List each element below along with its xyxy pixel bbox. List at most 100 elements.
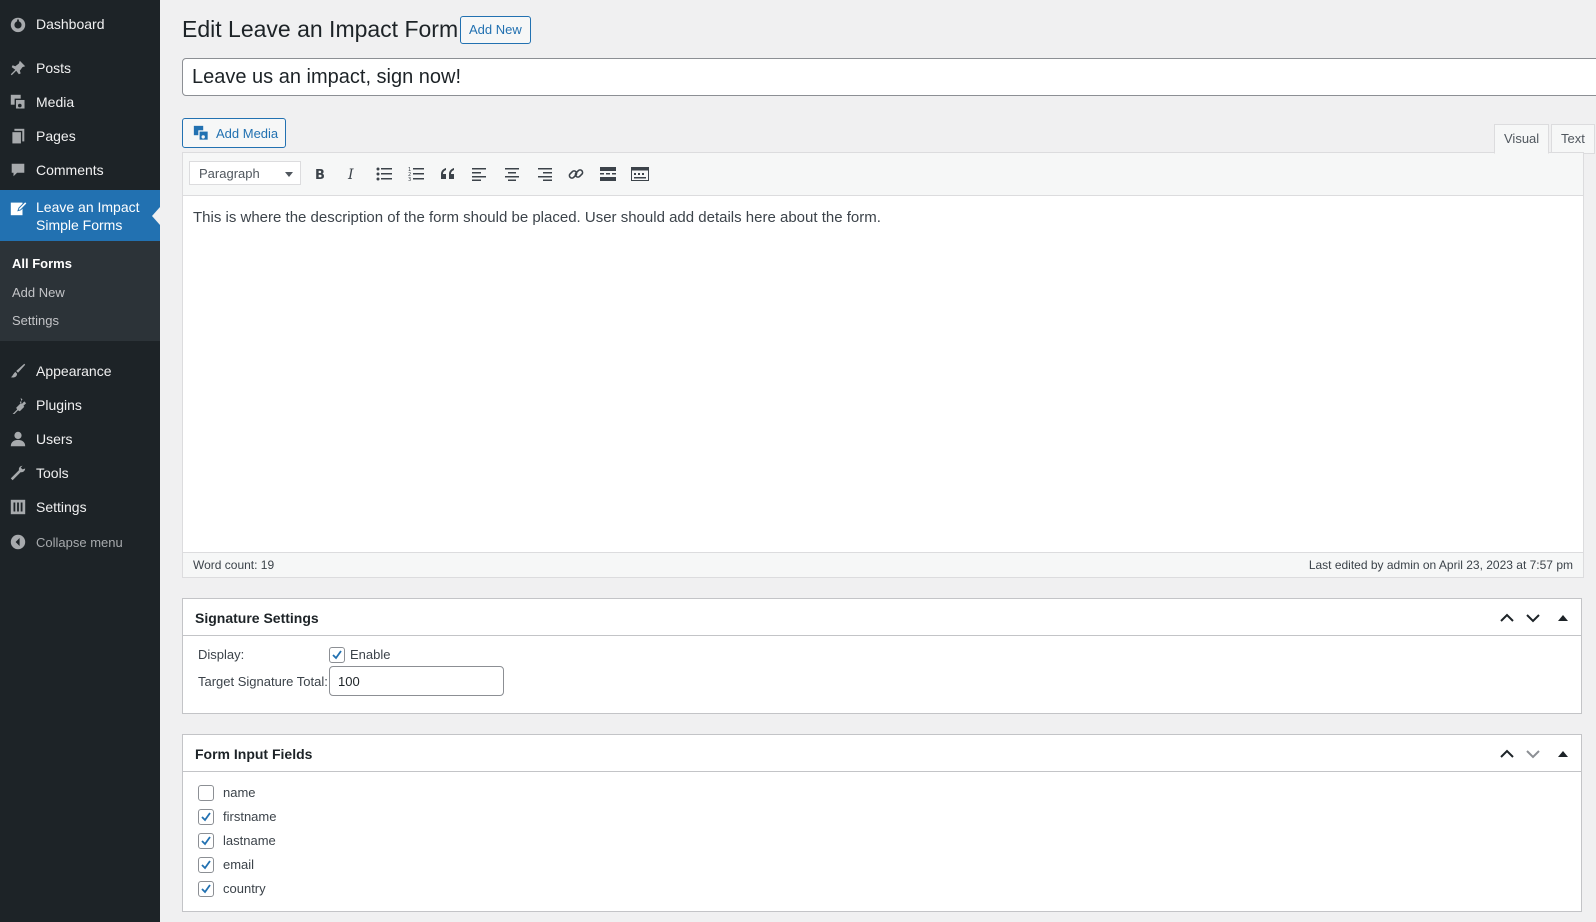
- move-up-icon[interactable]: [1497, 608, 1517, 628]
- add-media-button[interactable]: Add Media: [182, 118, 286, 148]
- blockquote-icon[interactable]: [437, 163, 459, 185]
- sidebar-item-label: Appearance: [36, 363, 112, 379]
- svg-text:I: I: [347, 167, 354, 181]
- sidebar-item-users[interactable]: Users: [0, 422, 160, 456]
- current-menu-arrow: [152, 207, 160, 225]
- toggle-panel-icon[interactable]: [1553, 744, 1573, 764]
- format-select[interactable]: Paragraph: [189, 161, 301, 185]
- pages-icon: [0, 127, 36, 145]
- brush-icon: [0, 362, 36, 380]
- sidebar-item-tools[interactable]: Tools: [0, 456, 160, 490]
- field-label-lastname: lastname: [223, 833, 276, 848]
- field-checkbox-country[interactable]: [198, 881, 214, 897]
- metabox-title: Form Input Fields: [195, 746, 313, 762]
- metabox-title: Signature Settings: [195, 610, 319, 626]
- editor-statusbar: Word count: 19 Last edited by admin on A…: [183, 552, 1583, 577]
- plug-icon: [0, 396, 36, 414]
- post-title-input[interactable]: Leave us an impact, sign now!: [182, 58, 1596, 96]
- collapse-menu-label: Collapse menu: [36, 534, 123, 550]
- sidebar-item-label: Comments: [36, 162, 104, 178]
- sidebar-item-pages[interactable]: Pages: [0, 119, 160, 153]
- admin-sidebar: Dashboard Posts Media Pages Comments Lea…: [0, 0, 160, 922]
- sidebar-item-leave-an-impact[interactable]: Leave an Impact Simple Forms: [0, 190, 160, 242]
- sidebar-item-label: Media: [36, 94, 75, 110]
- align-center-icon[interactable]: [501, 163, 523, 185]
- display-label: Display:: [198, 647, 245, 662]
- field-label-firstname: firstname: [223, 809, 277, 824]
- submenu: All Forms Add New Settings: [0, 241, 160, 341]
- sidebar-item-label: Tools: [36, 465, 69, 481]
- signature-settings-metabox: Signature Settings Display: Enable Targe…: [182, 598, 1582, 714]
- wrench-icon: [0, 464, 36, 482]
- format-select-value: Paragraph: [199, 166, 260, 181]
- enable-checkbox[interactable]: [329, 647, 345, 663]
- sidebar-item-plugins[interactable]: Plugins: [0, 388, 160, 422]
- align-left-icon[interactable]: [469, 163, 491, 185]
- form-input-fields-metabox: Form Input Fields name firstname lastnam…: [182, 734, 1582, 912]
- last-edited-info: Last edited by admin on April 23, 2023 a…: [1308, 558, 1573, 572]
- user-icon: [0, 430, 36, 448]
- sidebar-item-label: Users: [36, 431, 73, 447]
- page-title: Edit Leave an Impact Form: [182, 16, 459, 42]
- add-media-label: Add Media: [216, 125, 279, 141]
- add-media-icon: [193, 125, 210, 142]
- toolbar-toggle-icon[interactable]: [629, 163, 651, 185]
- editor-toolbar: Paragraph B I 123: [183, 153, 1583, 196]
- sidebar-item-label: Dashboard: [36, 16, 105, 32]
- sidebar-item-media[interactable]: Media: [0, 85, 160, 119]
- chevron-down-icon: [285, 172, 293, 177]
- field-checkbox-name[interactable]: [198, 785, 214, 801]
- numbered-list-icon[interactable]: 123: [405, 163, 427, 185]
- svg-text:3: 3: [408, 177, 411, 181]
- toggle-panel-icon[interactable]: [1553, 608, 1573, 628]
- add-new-button[interactable]: Add New: [460, 16, 531, 44]
- sidebar-item-comments[interactable]: Comments: [0, 153, 160, 187]
- move-up-icon[interactable]: [1497, 744, 1517, 764]
- submenu-settings[interactable]: Settings: [12, 313, 59, 328]
- link-icon[interactable]: [565, 163, 587, 185]
- dashboard-icon: [0, 15, 36, 33]
- sidebar-item-label: Posts: [36, 60, 72, 76]
- pin-icon: [0, 59, 36, 77]
- media-icon: [0, 93, 36, 111]
- collapse-menu-button[interactable]: Collapse menu: [0, 525, 160, 559]
- content-editor: Paragraph B I 123 This is where the desc…: [182, 152, 1584, 578]
- read-more-icon[interactable]: [597, 163, 619, 185]
- target-signature-input[interactable]: 100: [329, 666, 504, 696]
- tab-text[interactable]: Text: [1551, 124, 1595, 154]
- edit-icon: [0, 199, 36, 217]
- target-signature-label: Target Signature Total:: [198, 674, 328, 689]
- sidebar-item-label: Settings: [36, 499, 87, 515]
- move-down-icon[interactable]: [1523, 744, 1543, 764]
- move-down-icon[interactable]: [1523, 608, 1543, 628]
- word-count: Word count: 19: [193, 558, 275, 572]
- sidebar-item-dashboard[interactable]: Dashboard: [0, 7, 160, 41]
- field-label-country: country: [223, 881, 266, 896]
- sidebar-item-appearance[interactable]: Appearance: [0, 354, 160, 388]
- sidebar-item-settings[interactable]: Settings: [0, 490, 160, 524]
- sidebar-item-label: Plugins: [36, 397, 82, 413]
- enable-label: Enable: [350, 647, 391, 662]
- field-label-name: name: [223, 785, 256, 800]
- metabox-header: Signature Settings: [183, 599, 1581, 636]
- metabox-header: Form Input Fields: [183, 735, 1581, 772]
- collapse-icon: [0, 534, 36, 550]
- submenu-add-new[interactable]: Add New: [12, 285, 65, 300]
- italic-icon[interactable]: I: [341, 163, 363, 185]
- sidebar-item-posts[interactable]: Posts: [0, 51, 160, 85]
- settings-icon: [0, 498, 36, 516]
- field-checkbox-firstname[interactable]: [198, 809, 214, 825]
- svg-text:B: B: [315, 168, 325, 181]
- sidebar-item-label: Leave an Impact Simple Forms: [36, 199, 140, 233]
- align-right-icon[interactable]: [533, 163, 555, 185]
- submenu-all-forms[interactable]: All Forms: [12, 256, 72, 271]
- bullet-list-icon[interactable]: [373, 163, 395, 185]
- field-checkbox-email[interactable]: [198, 857, 214, 873]
- field-checkbox-lastname[interactable]: [198, 833, 214, 849]
- sidebar-item-label: Pages: [36, 128, 76, 144]
- comment-icon: [0, 161, 36, 179]
- bold-icon[interactable]: B: [309, 163, 331, 185]
- editor-content[interactable]: This is where the description of the for…: [193, 209, 881, 226]
- tab-visual[interactable]: Visual: [1494, 124, 1550, 154]
- field-label-email: email: [223, 857, 255, 872]
